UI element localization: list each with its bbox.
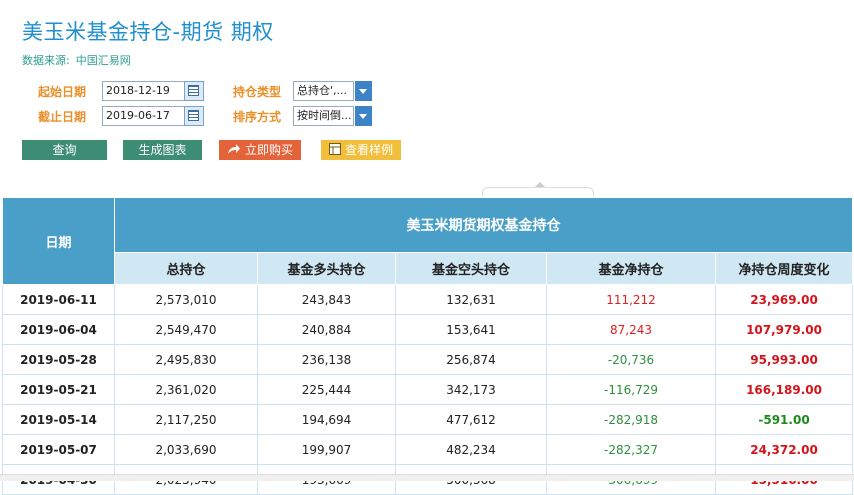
cell-weekly-change: 166,189.00: [714, 374, 854, 405]
cell-long: 236,138: [257, 344, 396, 375]
view-sample-label: 查看样例: [344, 143, 393, 157]
start-date-label: 起始日期: [38, 85, 87, 99]
cell-date: 2019-05-21: [2, 374, 115, 405]
share-arrow-icon: [227, 141, 241, 161]
cell-date: 2019-05-28: [2, 344, 115, 375]
table-row: 2019-05-28 2,495,830 236,138 256,874 -20,736…: [2, 344, 854, 375]
buy-now-label: 立即购买: [244, 143, 293, 157]
column-header-total[interactable]: 总持仓: [114, 252, 258, 285]
fund-position-table: 日期 美玉米期货期权基金持仓 总持仓 基金多头持仓 基金空头持仓 基金净持仓 净…: [2, 197, 854, 495]
cell-long: 225,444: [257, 374, 396, 405]
view-sample-button[interactable]: 查看样例: [321, 140, 401, 160]
cell-total: 2,573,010: [114, 284, 258, 315]
cell-total: 2,361,020: [114, 374, 258, 405]
cell-date: 2019-06-04: [2, 314, 115, 345]
cell-net: -20,736: [546, 344, 716, 375]
generate-chart-button[interactable]: 生成图表: [123, 140, 202, 160]
query-button[interactable]: 查询: [22, 140, 107, 160]
cell-total: 2,117,250: [114, 404, 258, 435]
cell-net: -116,729: [546, 374, 716, 405]
sort-order-dropdown-icon[interactable]: [355, 106, 372, 126]
buy-now-button[interactable]: 立即购买: [219, 140, 301, 160]
cell-net: -282,327: [546, 434, 716, 465]
position-type-select[interactable]: 总持仓',...: [293, 81, 354, 101]
cell-weekly-change: 23,969.00: [714, 284, 854, 315]
cell-short: 477,612: [395, 404, 547, 435]
cell-long: 240,884: [257, 314, 396, 345]
sort-order-select[interactable]: 按时间倒...: [293, 106, 354, 126]
table-row: 2019-06-11 2,573,010 243,843 132,631 111,212…: [2, 284, 854, 315]
cell-short: 256,874: [395, 344, 547, 375]
end-date-input[interactable]: 2019-06-17: [102, 106, 185, 126]
cell-total: 2,549,470: [114, 314, 258, 345]
page-title: 美玉米基金持仓-期货 期权: [22, 20, 274, 44]
position-type-dropdown-icon[interactable]: [355, 81, 372, 101]
cell-total: 2,495,830: [114, 344, 258, 375]
cell-long: 243,843: [257, 284, 396, 315]
source-label: 数据来源:: [22, 54, 70, 67]
cell-weekly-change: 107,979.00: [714, 314, 854, 345]
cell-short: 153,641: [395, 314, 547, 345]
cell-date: 2019-05-07: [2, 434, 115, 465]
data-source: 数据来源: 中国汇易网: [22, 52, 131, 68]
column-header-net[interactable]: 基金净持仓: [546, 252, 716, 285]
cell-date: 2019-05-14: [2, 404, 115, 435]
table-icon: [328, 141, 341, 161]
position-type-label: 持仓类型: [233, 85, 282, 99]
cell-short: 342,173: [395, 374, 547, 405]
table-group-header: 美玉米期货期权基金持仓: [113, 197, 854, 253]
column-header-short[interactable]: 基金空头持仓: [395, 252, 547, 285]
cell-long: 194,694: [257, 404, 396, 435]
table-row: 2019-06-04 2,549,470 240,884 153,641 87,243 1…: [2, 314, 854, 345]
cell-total: 2,033,690: [114, 434, 258, 465]
end-date-label: 截止日期: [38, 110, 87, 124]
cell-date: 2019-06-11: [2, 284, 115, 315]
start-calendar-icon[interactable]: [184, 81, 204, 101]
sort-order-label: 排序方式: [233, 110, 282, 124]
cell-weekly-change: 24,372.00: [714, 434, 854, 465]
table-row: 2019-05-07 2,033,690 199,907 482,234 -282,32…: [2, 434, 854, 465]
cell-weekly-change: 95,993.00: [714, 344, 854, 375]
start-date-input[interactable]: 2018-12-19: [102, 81, 185, 101]
column-header-weekly-change[interactable]: 净持仓周度变化: [714, 252, 854, 285]
cell-weekly-change: -591.00: [714, 404, 854, 435]
source-name: 中国汇易网: [75, 54, 131, 67]
cell-short: 132,631: [395, 284, 547, 315]
cell-long: 199,907: [257, 434, 396, 465]
cell-short: 482,234: [395, 434, 547, 465]
date-column-header[interactable]: 日期: [2, 197, 115, 285]
cell-net: -282,918: [546, 404, 716, 435]
table-row: 2019-05-21 2,361,020 225,444 342,173 -116,72…: [2, 374, 854, 405]
column-header-long[interactable]: 基金多头持仓: [257, 252, 396, 285]
cell-net: 87,243: [546, 314, 716, 345]
cell-net: 111,212: [546, 284, 716, 315]
end-calendar-icon[interactable]: [184, 106, 204, 126]
table-row: 2019-05-14 2,117,250 194,694 477,612 -282,91…: [2, 404, 854, 435]
